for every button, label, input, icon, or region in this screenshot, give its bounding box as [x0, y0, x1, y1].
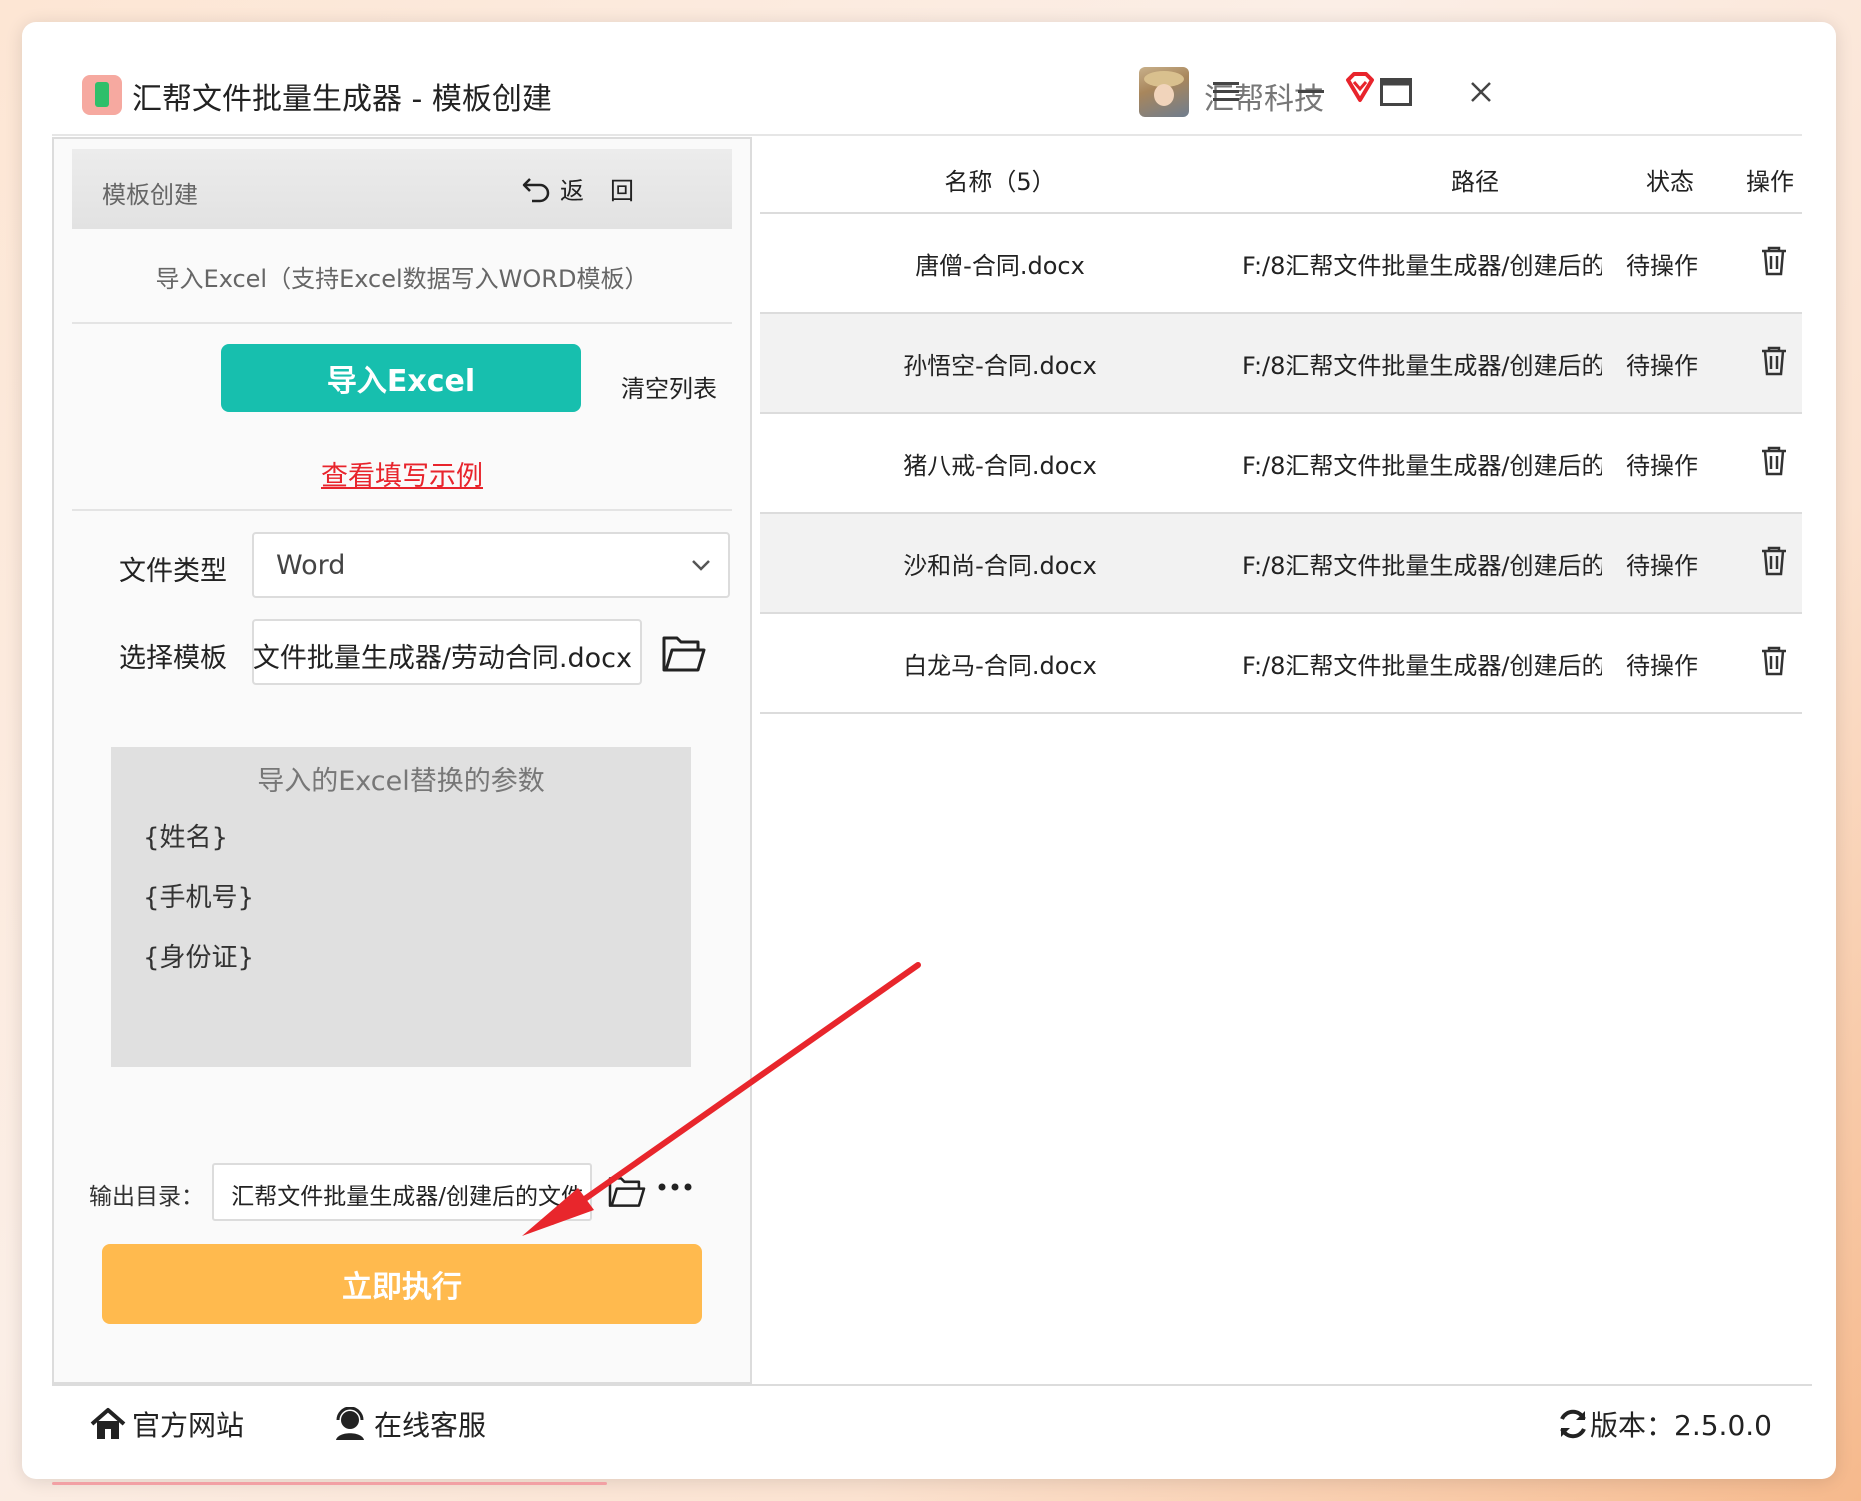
- file-path: F:/8汇帮文件批量生成器/创建后的: [1242, 452, 1602, 480]
- file-path: F:/8汇帮文件批量生成器/创建后的: [1242, 252, 1602, 280]
- home-icon: [90, 1408, 126, 1439]
- file-path: F:/8汇帮文件批量生成器/创建后的: [1242, 552, 1602, 580]
- file-status: 待操作: [1626, 352, 1698, 380]
- file-name: 猪八戒-合同.docx: [903, 452, 1097, 480]
- clear-list-button[interactable]: 清空列表: [621, 369, 717, 404]
- column-header-status: 状态: [1646, 168, 1694, 196]
- params-box: 导入的Excel替换的参数 {姓名} {手机号} {身份证}: [111, 747, 691, 1067]
- table-row[interactable]: 猪八戒-合同.docx F:/8汇帮文件批量生成器/创建后的 待操作: [760, 414, 1802, 514]
- column-header-name: 名称（5）: [944, 168, 1056, 196]
- left-panel: 模板创建 返回 导入Excel（支持Excel数据写入WORD模板） 导入Exc…: [52, 137, 752, 1384]
- column-header-action: 操作: [1746, 168, 1794, 196]
- menu-icon[interactable]: [1202, 68, 1250, 116]
- file-path: F:/8汇帮文件批量生成器/创建后的: [1242, 352, 1602, 380]
- table-row[interactable]: 白龙马-合同.docx F:/8汇帮文件批量生成器/创建后的 待操作: [760, 614, 1802, 714]
- output-dir-value: 汇帮文件批量生成器/创建后的文件: [231, 1184, 584, 1210]
- taskbar-indicator: [52, 1482, 607, 1485]
- output-dir-input[interactable]: 汇帮文件批量生成器/创建后的文件: [212, 1163, 592, 1221]
- support-link[interactable]: 在线客服: [332, 1404, 486, 1444]
- table-row[interactable]: 孙悟空-合同.docx F:/8汇帮文件批量生成器/创建后的 待操作: [760, 314, 1802, 414]
- param-item: {身份证}: [143, 943, 255, 973]
- support-label: 在线客服: [374, 1409, 487, 1442]
- divider: [72, 509, 732, 511]
- panel-header: 模板创建 返回: [72, 149, 732, 229]
- file-name: 沙和尚-合同.docx: [903, 552, 1097, 580]
- output-dir-label: 输出目录：: [89, 1184, 204, 1210]
- file-type-value: Word: [276, 550, 346, 581]
- table-row[interactable]: 唐僧-合同.docx F:/8汇帮文件批量生成器/创建后的 待操作: [760, 214, 1802, 314]
- title-bar: 汇帮文件批量生成器 - 模板创建 汇帮科技: [52, 50, 1802, 136]
- example-link[interactable]: 查看填写示例: [72, 454, 732, 493]
- folder-icon[interactable]: [661, 634, 707, 674]
- refresh-icon: [1560, 1409, 1586, 1439]
- close-icon[interactable]: [1457, 68, 1505, 116]
- params-title: 导入的Excel替换的参数: [257, 766, 545, 797]
- headset-icon: [336, 1407, 364, 1440]
- param-item: {手机号}: [143, 883, 255, 913]
- trash-icon[interactable]: [1760, 446, 1788, 476]
- version-label: 版本：2.5.0.0: [1590, 1409, 1772, 1442]
- folder-icon[interactable]: [607, 1175, 647, 1209]
- version-info: 版本：2.5.0.0: [1556, 1404, 1772, 1444]
- file-type-label: 文件类型: [119, 556, 227, 587]
- table-row[interactable]: 沙和尚-合同.docx F:/8汇帮文件批量生成器/创建后的 待操作: [760, 514, 1802, 614]
- run-now-button[interactable]: 立即执行: [102, 1244, 702, 1324]
- divider: [72, 322, 732, 324]
- column-header-path: 路径: [1451, 168, 1499, 196]
- app-icon: [82, 75, 122, 115]
- app-title: 汇帮文件批量生成器 - 模板创建: [132, 82, 552, 117]
- trash-icon[interactable]: [1760, 346, 1788, 376]
- file-status: 待操作: [1626, 452, 1698, 480]
- file-type-select[interactable]: Word: [252, 532, 730, 598]
- website-label: 官方网站: [132, 1409, 245, 1442]
- import-excel-button[interactable]: 导入Excel: [221, 344, 581, 412]
- template-path-value: 文件批量生成器/劳动合同.docx: [252, 643, 632, 674]
- file-status: 待操作: [1626, 252, 1698, 280]
- file-path: F:/8汇帮文件批量生成器/创建后的: [1242, 652, 1602, 680]
- status-bar: 官方网站 在线客服 版本：2.5.0.0: [52, 1384, 1812, 1454]
- import-hint: 导入Excel（支持Excel数据写入WORD模板）: [155, 265, 649, 293]
- trash-icon[interactable]: [1760, 546, 1788, 576]
- file-name: 白龙马-合同.docx: [903, 652, 1097, 680]
- file-status: 待操作: [1626, 652, 1698, 680]
- file-table: 名称（5） 路径 状态 操作 唐僧-合同.docx F:/8汇帮文件批量生成器/…: [760, 137, 1802, 1384]
- website-link[interactable]: 官方网站: [90, 1404, 244, 1444]
- back-button[interactable]: 返回: [522, 171, 660, 206]
- param-item: {姓名}: [143, 823, 229, 853]
- trash-icon[interactable]: [1760, 246, 1788, 276]
- file-name: 孙悟空-合同.docx: [903, 352, 1097, 380]
- minimize-icon[interactable]: [1287, 68, 1335, 116]
- panel-title: 模板创建: [102, 181, 198, 209]
- file-name: 唐僧-合同.docx: [915, 252, 1085, 280]
- file-status: 待操作: [1626, 552, 1698, 580]
- back-arrow-icon: [522, 177, 550, 202]
- brand-avatar: [1139, 67, 1189, 117]
- back-label: 返回: [560, 177, 660, 205]
- more-icon[interactable]: [657, 1165, 693, 1200]
- chevron-down-icon: [692, 560, 710, 571]
- template-path-input[interactable]: 文件批量生成器/劳动合同.docx: [252, 619, 642, 685]
- maximize-icon[interactable]: [1372, 68, 1420, 116]
- trash-icon[interactable]: [1760, 646, 1788, 676]
- template-label: 选择模板: [119, 643, 227, 674]
